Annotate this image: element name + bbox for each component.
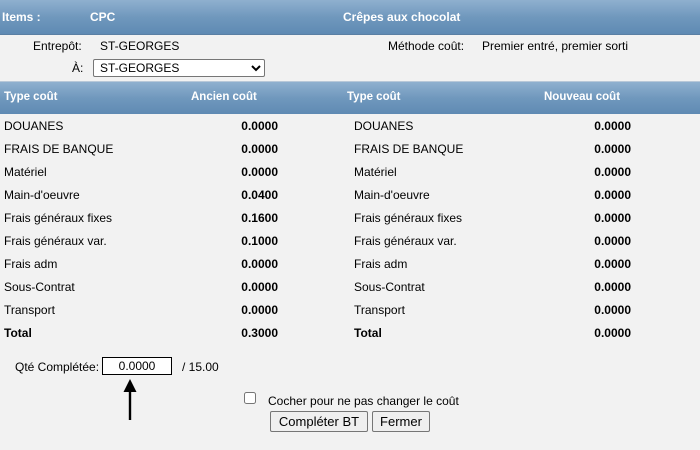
row-ancien-cout: 0.0000 — [241, 257, 278, 271]
row-nouveau-cout: 0.0000 — [594, 119, 631, 133]
row-ancien-cout: 0.0000 — [241, 165, 278, 179]
destination-select[interactable]: ST-GEORGES — [93, 59, 265, 77]
row-nouveau-cout: 0.0000 — [594, 280, 631, 294]
row-type-right: Main-d'oeuvre — [354, 188, 430, 202]
total-label-left: Total — [4, 326, 32, 340]
row-type-right: Frais adm — [354, 257, 408, 271]
row-ancien-cout: 0.0000 — [241, 280, 278, 294]
item-header-bar: Items : CPC Crêpes aux chocolat — [0, 0, 700, 35]
row-type-right: Frais généraux fixes — [354, 211, 463, 225]
row-ancien-cout: 0.1600 — [241, 211, 278, 225]
item-code: CPC — [90, 10, 116, 24]
qte-completee-input[interactable] — [102, 357, 172, 375]
row-type-right: Frais généraux var. — [354, 234, 457, 248]
total-ancien-cout: 0.3000 — [241, 326, 278, 340]
close-button[interactable]: Fermer — [372, 411, 430, 432]
complete-bt-button[interactable]: Compléter BT — [270, 411, 368, 432]
row-nouveau-cout: 0.0000 — [594, 257, 631, 271]
keep-cost-checkbox[interactable] — [244, 392, 256, 404]
row-nouveau-cout: 0.0000 — [594, 165, 631, 179]
arrow-up-icon — [123, 379, 137, 420]
col-nouveau-cout: Nouveau coût — [544, 91, 621, 103]
row-type-left: Main-d'oeuvre — [4, 188, 80, 202]
row-type-right: Sous-Contrat — [354, 280, 425, 294]
row-ancien-cout: 0.0000 — [241, 303, 278, 317]
qte-completee-label: Qté Complétée: — [15, 360, 100, 374]
row-type-right: Transport — [354, 303, 405, 317]
row-nouveau-cout: 0.0000 — [594, 142, 631, 156]
total-label-right: Total — [354, 326, 382, 340]
items-label: Items : — [2, 10, 41, 24]
row-type-left: DOUANES — [4, 119, 64, 133]
col-ancien-cout: Ancien coût — [191, 91, 257, 103]
row-type-left: Matériel — [4, 165, 47, 179]
row-nouveau-cout: 0.0000 — [594, 211, 631, 225]
row-ancien-cout: 0.0000 — [241, 142, 278, 156]
row-ancien-cout: 0.0000 — [241, 119, 278, 133]
entrepot-value: ST-GEORGES — [100, 39, 180, 53]
col-type-cout-left: Type coût — [4, 91, 58, 103]
col-type-cout-right: Type coût — [347, 91, 401, 103]
row-type-right: Matériel — [354, 165, 397, 179]
row-nouveau-cout: 0.0000 — [594, 303, 631, 317]
row-ancien-cout: 0.1000 — [241, 234, 278, 248]
row-ancien-cout: 0.0400 — [241, 188, 278, 202]
entrepot-label: Entrepôt: — [33, 39, 82, 53]
row-type-right: DOUANES — [354, 119, 414, 133]
total-nouveau-cout: 0.0000 — [594, 326, 631, 340]
row-type-left: FRAIS DE BANQUE — [4, 142, 114, 156]
row-type-left: Sous-Contrat — [4, 280, 75, 294]
qte-total: / 15.00 — [182, 360, 219, 374]
row-type-left: Frais généraux var. — [4, 234, 107, 248]
destination-label: À: — [72, 61, 84, 75]
row-nouveau-cout: 0.0000 — [594, 188, 631, 202]
row-type-left: Frais généraux fixes — [4, 211, 113, 225]
methode-cout-label: Méthode coût: — [388, 39, 465, 53]
row-type-left: Frais adm — [4, 257, 58, 271]
row-type-left: Transport — [4, 303, 55, 317]
item-name: Crêpes aux chocolat — [343, 10, 461, 24]
cost-table-header: Type coût Ancien coût Type coût Nouveau … — [0, 81, 700, 114]
row-type-right: FRAIS DE BANQUE — [354, 142, 464, 156]
methode-cout-value: Premier entré, premier sorti — [482, 39, 629, 53]
row-nouveau-cout: 0.0000 — [594, 234, 631, 248]
keep-cost-label: Cocher pour ne pas changer le coût — [268, 394, 459, 408]
